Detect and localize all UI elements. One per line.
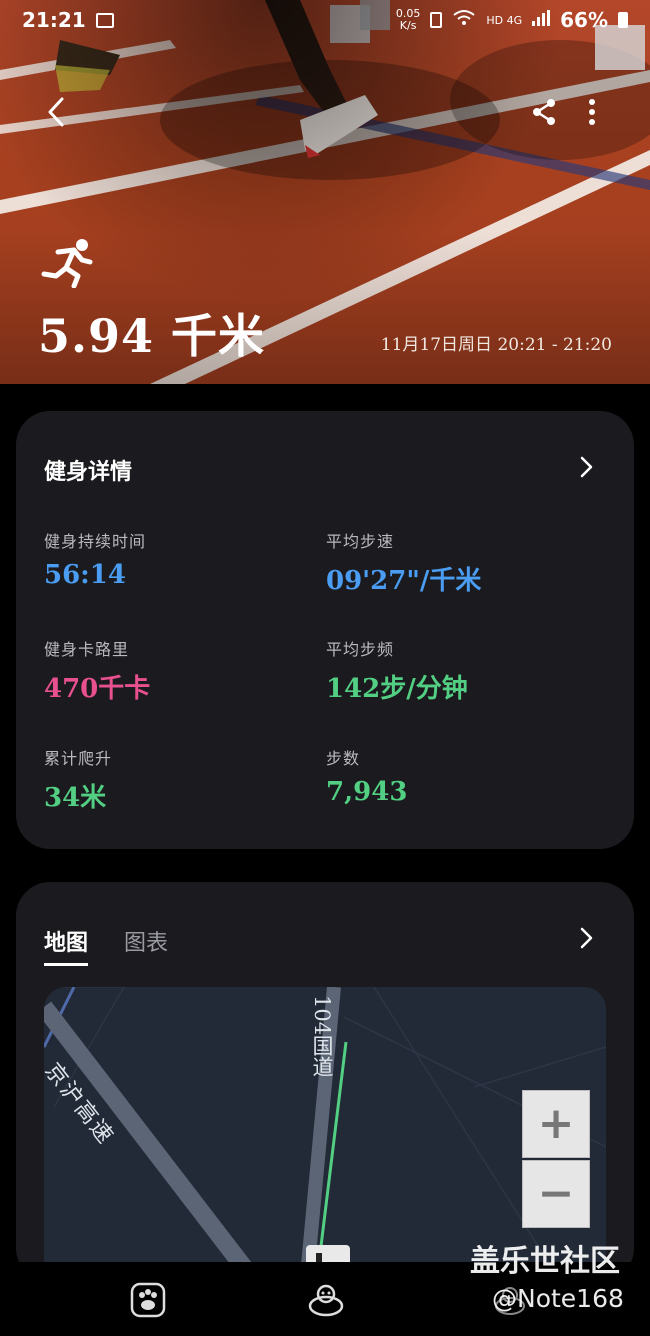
chevron-right-icon[interactable]: [574, 455, 598, 479]
share-icon: [533, 99, 555, 125]
stat-value: 34米: [44, 783, 107, 813]
watermark-site: 盖乐世社区: [470, 1244, 620, 1279]
stat-label: 累计爬升: [44, 749, 113, 768]
stat-avg-pace: 平均步速 09'27"/千米: [326, 528, 481, 597]
card-title: 健身详情: [44, 460, 133, 485]
network-speed: 0.05 K/s: [395, 7, 421, 32]
tab-map[interactable]: 地图: [44, 925, 89, 966]
chevron-left-icon: [48, 97, 64, 127]
stat-value: 09'27"/千米: [326, 566, 482, 596]
map-tabs: 地图 图表: [44, 925, 168, 966]
signal-icon: [532, 10, 551, 30]
stat-value: 470千卡: [44, 674, 151, 704]
battery-percent: 66%: [560, 8, 608, 32]
chevron-right-icon[interactable]: [574, 926, 598, 950]
mascot-app-icon[interactable]: [306, 1280, 346, 1320]
zoom-out-button[interactable]: −: [522, 1160, 590, 1228]
workout-datetime: 11月17日周日 20:21 - 21:20: [380, 335, 612, 355]
status-bar: 21:21 0.05 K/s HD 4G 66%: [0, 0, 650, 40]
zoom-in-button[interactable]: +: [522, 1090, 590, 1158]
status-time: 21:21: [22, 8, 86, 32]
map-card: 地图 图表 京沪高速 104国道 + −: [16, 882, 634, 1282]
stat-label: 健身持续时间: [44, 532, 147, 551]
minus-icon: −: [537, 1168, 575, 1219]
paw-app-icon[interactable]: [128, 1280, 168, 1320]
battery-saver-icon: [430, 12, 443, 28]
stat-label: 平均步频: [326, 640, 395, 659]
battery-icon: [618, 12, 628, 28]
image-notification-icon: [95, 12, 114, 28]
stat-value: 142步/分钟: [326, 674, 468, 704]
stat-calories: 健身卡路里 470千卡: [44, 636, 150, 705]
stat-steps: 步数 7,943: [326, 745, 407, 807]
plus-icon: +: [537, 1098, 575, 1149]
running-icon: [41, 239, 93, 288]
stat-label: 健身卡路里: [44, 640, 130, 659]
stat-value: 56:14: [44, 560, 126, 590]
network-type: HD 4G: [486, 13, 523, 27]
tab-chart[interactable]: 图表: [124, 925, 168, 966]
watermark-user: @Note168: [492, 1284, 624, 1313]
stat-cadence: 平均步频 142步/分钟: [326, 636, 468, 705]
share-button[interactable]: [522, 90, 566, 134]
hero-banner: 21:21 0.05 K/s HD 4G 66% 5.94 千米 11月17日周…: [0, 0, 650, 384]
top-navigation: [0, 90, 650, 138]
stat-label: 平均步速: [326, 532, 395, 551]
wifi-icon: [452, 9, 476, 31]
map-label-road: 104国道: [310, 995, 334, 1078]
stat-value: 7,943: [326, 777, 408, 807]
stat-elevation: 累计爬升 34米: [44, 745, 112, 814]
back-button[interactable]: [34, 90, 78, 134]
total-distance: 5.94 千米: [38, 309, 266, 363]
stat-duration: 健身持续时间 56:14: [44, 528, 146, 590]
more-vertical-icon: [589, 99, 595, 125]
stat-label: 步数: [326, 749, 361, 768]
more-options-button[interactable]: [570, 90, 614, 134]
workout-details-card[interactable]: 健身详情 健身持续时间 56:14 平均步速 09'27"/千米 健身卡路里 4…: [16, 411, 634, 849]
